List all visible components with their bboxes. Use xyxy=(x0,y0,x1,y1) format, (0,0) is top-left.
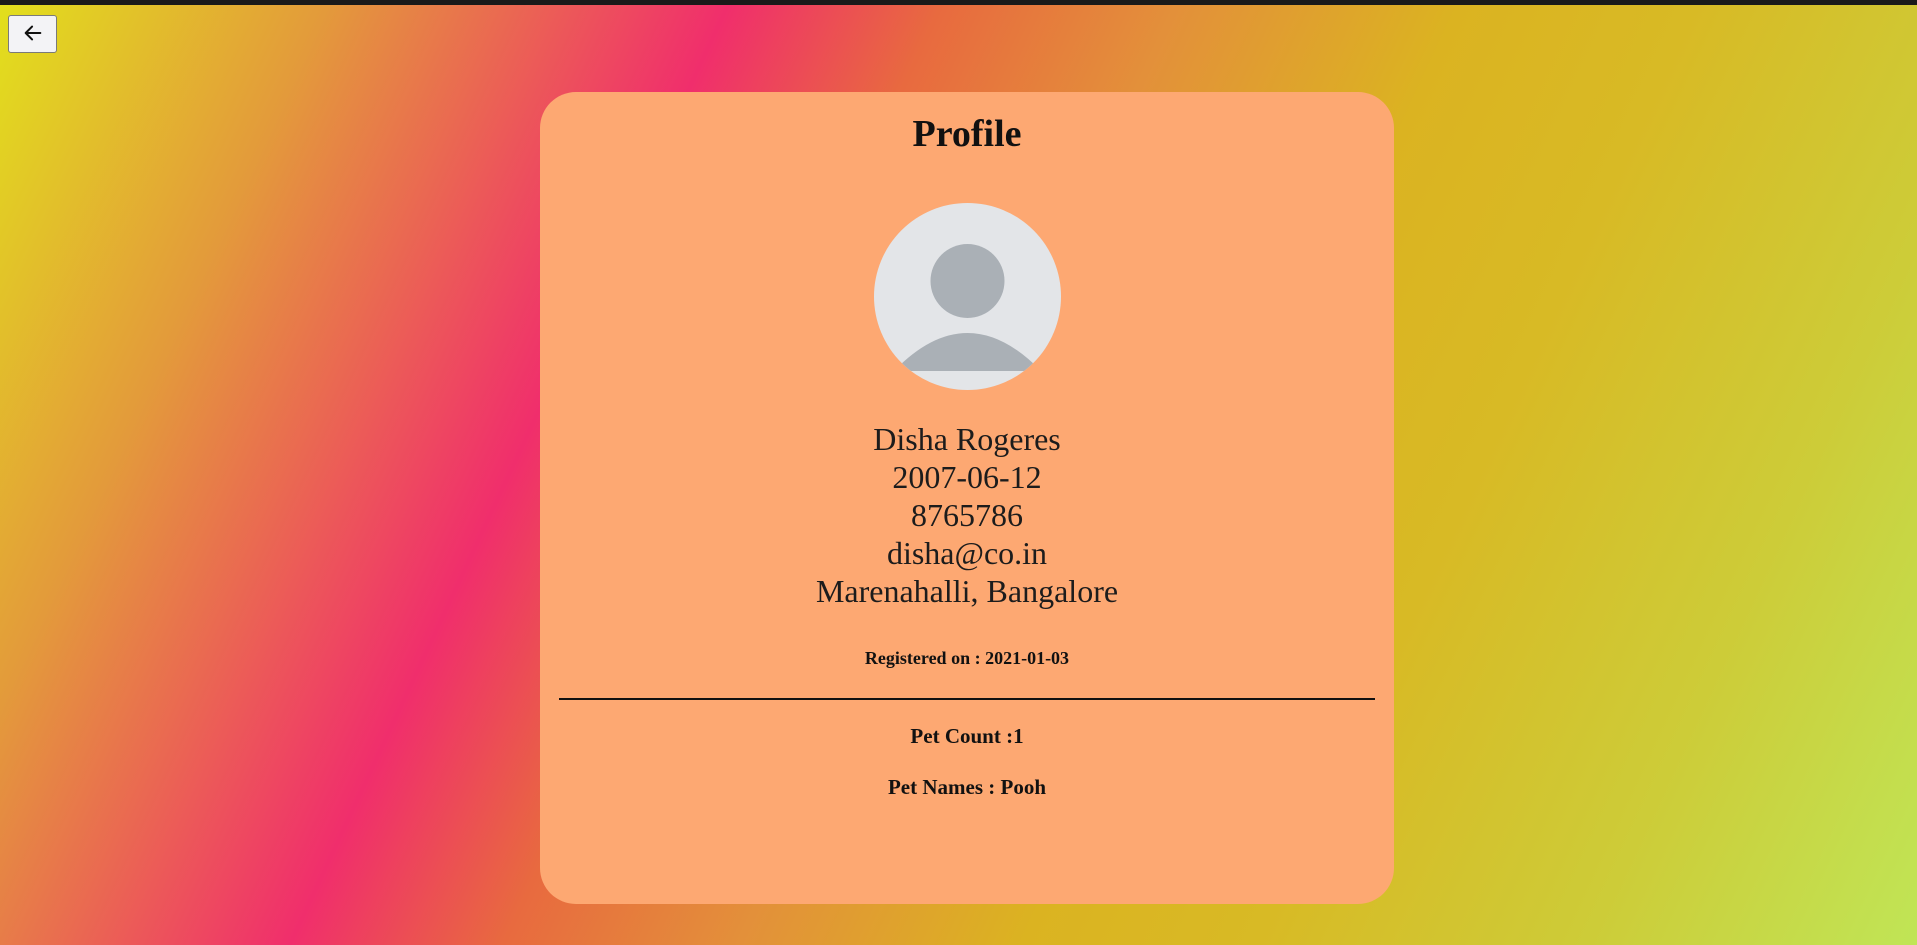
profile-info: Disha Rogeres 2007-06-12 8765786 disha@c… xyxy=(540,420,1394,610)
pet-names: Pet Names : Pooh xyxy=(887,775,1047,799)
divider xyxy=(559,698,1375,700)
profile-phone: 8765786 xyxy=(911,497,1023,533)
profile-dob: 2007-06-12 xyxy=(892,459,1042,495)
user-avatar-icon xyxy=(894,244,1041,371)
profile-name: Disha Rogeres xyxy=(873,421,1061,457)
profile-address: Marenahalli, Bangalore xyxy=(815,573,1119,609)
avatar xyxy=(874,203,1061,390)
registered-date: Registered on : 2021-01-03 xyxy=(864,648,1070,668)
pet-count: Pet Count :1 xyxy=(910,724,1024,748)
page-title: Profile xyxy=(912,113,1022,155)
back-button[interactable] xyxy=(8,15,57,53)
arrow-left-icon xyxy=(22,22,44,47)
profile-card: Profile Disha Rogeres 2007-06-12 8765786… xyxy=(540,92,1394,904)
top-bar xyxy=(0,0,1917,5)
profile-email: disha@co.in xyxy=(886,535,1048,571)
